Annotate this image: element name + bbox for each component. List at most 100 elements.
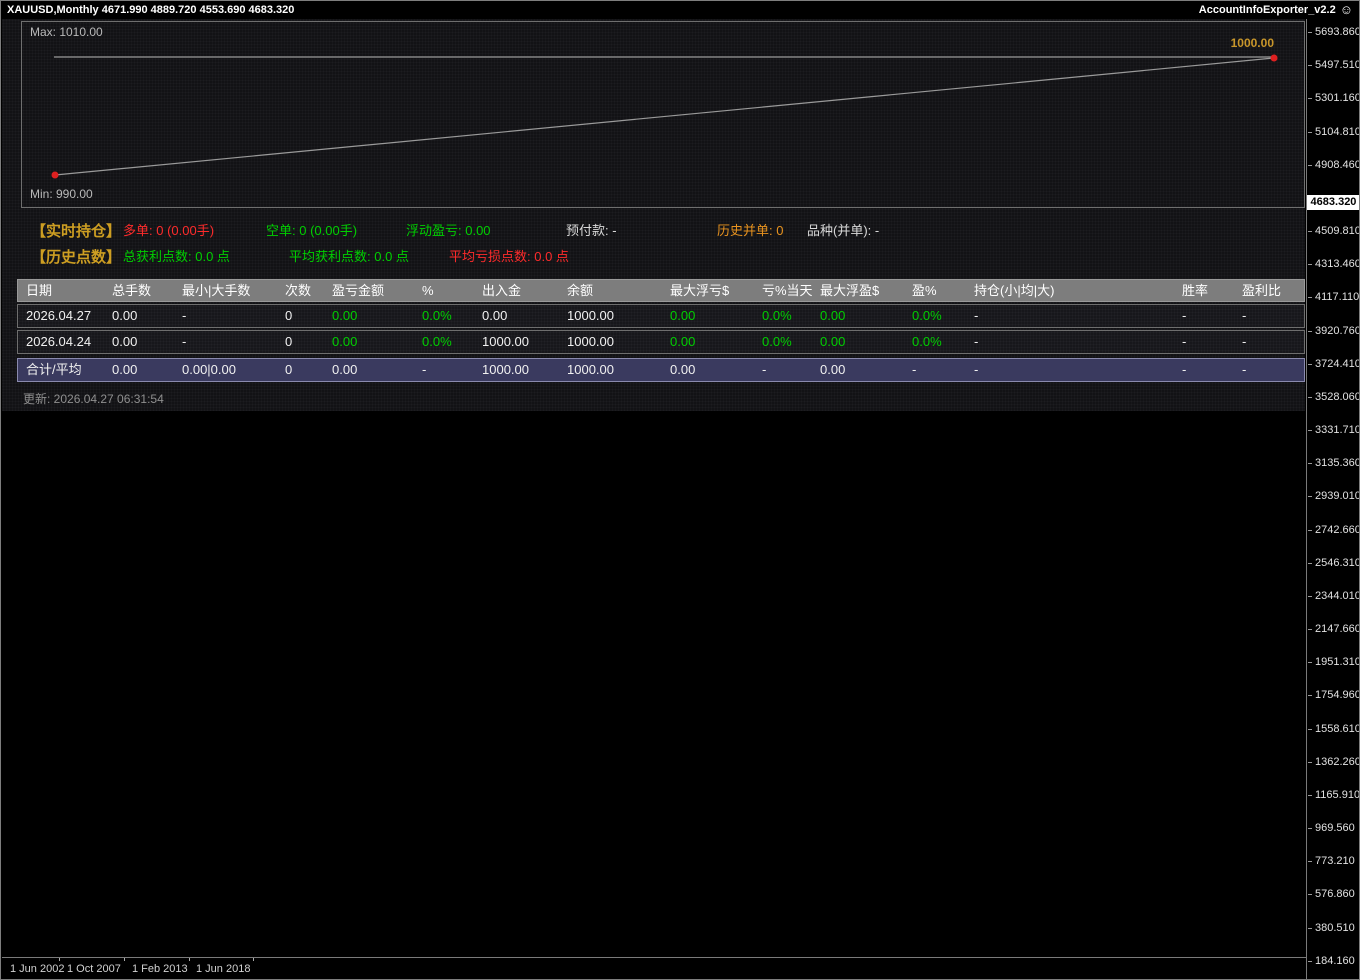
table-totals-cell: 1000.00 bbox=[482, 359, 529, 381]
price-axis-tick bbox=[1308, 596, 1312, 597]
table-totals-cell: - bbox=[762, 359, 766, 381]
table-header-cell: 盈利比 bbox=[1242, 280, 1281, 301]
table-cell: 1000.00 bbox=[567, 305, 614, 327]
smiley-icon[interactable]: ☺ bbox=[1340, 4, 1353, 16]
panel-field: 总获利点数: 0.0 点 bbox=[123, 246, 230, 265]
price-axis-label: 3724.410 bbox=[1315, 358, 1360, 370]
table-cell: 0.00 bbox=[482, 305, 507, 327]
table-cell: 0.00 bbox=[820, 305, 845, 327]
time-axis-tick bbox=[253, 958, 254, 961]
price-axis-label: 576.860 bbox=[1315, 888, 1355, 900]
price-axis-tick bbox=[1308, 98, 1312, 99]
price-axis-label: 2742.660 bbox=[1315, 524, 1360, 536]
history-points-row: 【历史点数】总获利点数: 0.0 点平均获利点数: 0.0 点平均亏损点数: 0… bbox=[1, 246, 1305, 266]
price-axis-tick bbox=[1308, 397, 1312, 398]
price-axis-label: 969.560 bbox=[1315, 822, 1355, 834]
price-axis[interactable]: 4683.320 5693.8605497.5105301.1605104.81… bbox=[1306, 19, 1360, 980]
price-axis-label: 5301.160 bbox=[1315, 92, 1360, 104]
price-axis-tick bbox=[1308, 364, 1312, 365]
price-axis-label: 1951.310 bbox=[1315, 656, 1360, 668]
table-totals-cell: 合计/平均 bbox=[26, 359, 82, 381]
table-cell: 0.0% bbox=[762, 331, 792, 353]
table-cell: 2026.04.24 bbox=[26, 331, 91, 353]
price-axis-tick bbox=[1308, 430, 1312, 431]
balance-chart-area[interactable]: Max: 1010.00 Min: 990.00 1000.00 bbox=[21, 21, 1305, 208]
price-axis-tick bbox=[1308, 297, 1312, 298]
table-cell: 0.00 bbox=[670, 331, 695, 353]
table-totals-cell: 0.00 bbox=[670, 359, 695, 381]
table-header-cell: 胜率 bbox=[1182, 280, 1208, 301]
balance-end-value-label: 1000.00 bbox=[1231, 36, 1274, 50]
table-header-cell: 盈% bbox=[912, 280, 937, 301]
table-totals-cell: 1000.00 bbox=[567, 359, 614, 381]
price-axis-tick bbox=[1308, 563, 1312, 564]
table-cell: 0.00 bbox=[112, 331, 137, 353]
price-axis-label: 773.210 bbox=[1315, 855, 1355, 867]
price-axis-label: 3528.060 bbox=[1315, 391, 1360, 403]
time-axis-label: 1 Oct 2007 bbox=[67, 963, 121, 975]
table-cell: - bbox=[1182, 305, 1186, 327]
table-header-cell: 次数 bbox=[285, 280, 311, 301]
price-axis-label: 3920.760 bbox=[1315, 325, 1360, 337]
realtime-position-header: 【实时持仓】 bbox=[31, 220, 121, 241]
table-cell: - bbox=[1182, 331, 1186, 353]
panel-field: 浮动盈亏: 0.00 bbox=[406, 220, 491, 239]
price-axis-label: 4117.110 bbox=[1315, 291, 1359, 303]
panel-field: 多单: 0 (0.00手) bbox=[123, 220, 214, 239]
panel-field: 历史并单: 0 bbox=[717, 220, 783, 239]
price-axis-tick bbox=[1308, 165, 1312, 166]
price-axis-tick bbox=[1308, 331, 1312, 332]
price-axis-tick bbox=[1308, 894, 1312, 895]
table-cell: 0.00 bbox=[112, 305, 137, 327]
history-points-header: 【历史点数】 bbox=[31, 246, 121, 267]
price-axis-label: 3331.710 bbox=[1315, 424, 1360, 436]
balance-line-chart bbox=[22, 22, 1304, 207]
mt4-chart-window: XAUUSD,Monthly 4671.990 4889.720 4553.69… bbox=[0, 0, 1360, 980]
price-axis-label: 3135.360 bbox=[1315, 457, 1360, 469]
panel-field: 预付款: - bbox=[566, 220, 617, 239]
table-totals-cell: 0.00 bbox=[332, 359, 357, 381]
price-axis-label: 4313.460 bbox=[1315, 258, 1360, 270]
time-axis[interactable]: 1 Jun 20021 Oct 20071 Feb 20131 Jun 2018 bbox=[2, 957, 1306, 980]
table-cell: 0.00 bbox=[332, 305, 357, 327]
last-update-timestamp: 更新: 2026.04.27 06:31:54 bbox=[23, 390, 164, 407]
table-header-cell: 总手数 bbox=[112, 280, 151, 301]
table-header-cell: 亏%当天 bbox=[762, 280, 813, 301]
table-cell: 0 bbox=[285, 305, 292, 327]
price-axis-tick bbox=[1308, 496, 1312, 497]
price-axis-label: 5104.810 bbox=[1315, 126, 1360, 138]
table-header-cell: 余额 bbox=[567, 280, 593, 301]
table-header-cell: 最小|大手数 bbox=[182, 280, 250, 301]
price-axis-label: 4908.460 bbox=[1315, 159, 1360, 171]
symbol-ohlc-title: XAUUSD,Monthly 4671.990 4889.720 4553.69… bbox=[7, 4, 294, 16]
panel-field: 平均亏损点数: 0.0 点 bbox=[449, 246, 569, 265]
price-axis-label: 2546.310 bbox=[1315, 557, 1360, 569]
price-axis-label: 2939.010 bbox=[1315, 490, 1360, 502]
time-axis-label: 1 Feb 2013 bbox=[132, 963, 188, 975]
table-header-cell: 持仓(小|均|大) bbox=[974, 280, 1054, 301]
price-axis-tick bbox=[1308, 695, 1312, 696]
panel-field: 空单: 0 (0.00手) bbox=[266, 220, 357, 239]
price-axis-label: 380.510 bbox=[1315, 922, 1355, 934]
price-axis-tick bbox=[1308, 231, 1312, 232]
table-cell: - bbox=[182, 305, 186, 327]
table-cell: 0 bbox=[285, 331, 292, 353]
price-axis-tick bbox=[1308, 32, 1312, 33]
price-axis-label: 2147.660 bbox=[1315, 623, 1360, 635]
price-axis-label: 1165.910 bbox=[1315, 789, 1360, 801]
price-axis-tick bbox=[1308, 463, 1312, 464]
price-axis-tick bbox=[1308, 828, 1312, 829]
table-totals-cell: - bbox=[974, 359, 978, 381]
table-header-cell: 出入金 bbox=[482, 280, 521, 301]
price-axis-tick bbox=[1308, 961, 1312, 962]
table-cell: - bbox=[1242, 305, 1246, 327]
table-cell: 0.0% bbox=[422, 331, 452, 353]
price-axis-tick bbox=[1308, 132, 1312, 133]
price-axis-tick bbox=[1308, 762, 1312, 763]
time-axis-tick bbox=[124, 958, 125, 961]
table-header-cell: 盈亏金额 bbox=[332, 280, 384, 301]
table-row: 2026.04.270.00-00.000.0%0.001000.000.000… bbox=[17, 304, 1305, 328]
table-header-cell: 最大浮亏$ bbox=[670, 280, 729, 301]
price-axis-tick bbox=[1308, 530, 1312, 531]
current-price-box: 4683.320 bbox=[1307, 195, 1360, 210]
